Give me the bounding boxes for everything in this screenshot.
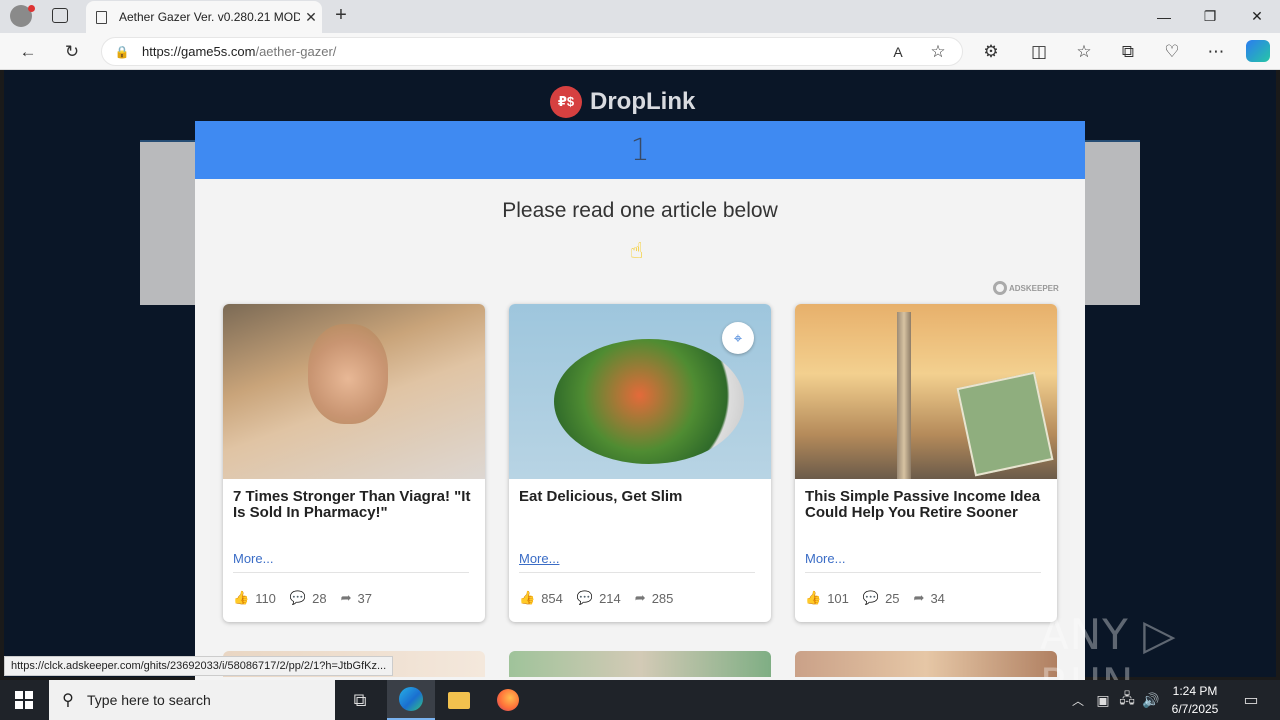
- lock-icon[interactable]: 🔒: [102, 45, 142, 59]
- article-card-5[interactable]: [509, 651, 771, 677]
- read-aloud-icon[interactable]: A: [880, 33, 916, 70]
- minimize-button[interactable]: —: [1141, 0, 1187, 33]
- likes-count: 854: [541, 590, 563, 606]
- volume-icon[interactable]: 🔊: [1140, 680, 1162, 720]
- comments-count: 28: [312, 590, 327, 606]
- divider: [233, 572, 469, 573]
- tab-title: Aether Gazer Ver. v0.280.21 MOD: [119, 10, 300, 24]
- url-path: /aether-gazer/: [255, 44, 337, 59]
- tray-chevron-icon[interactable]: ︿: [1066, 680, 1090, 720]
- tray-device-icon[interactable]: ▣: [1092, 680, 1114, 720]
- shares-count: 285: [651, 590, 674, 606]
- likes-count: 101: [827, 590, 849, 606]
- comment-icon: 💬: [576, 590, 594, 605]
- share-icon: ➦: [634, 590, 646, 605]
- close-window-button[interactable]: ✕: [1234, 0, 1280, 33]
- article-image-3[interactable]: [795, 304, 1057, 479]
- comments-count: 214: [599, 590, 621, 606]
- share-icon: ➦: [913, 590, 925, 605]
- article-image-1[interactable]: [223, 304, 485, 479]
- comment-icon: 💬: [289, 590, 307, 605]
- firefox-icon[interactable]: [484, 680, 532, 720]
- divider: [519, 572, 755, 573]
- modal-heading: Please read one article below: [502, 199, 778, 222]
- browser-tab-active[interactable]: Aether Gazer Ver. v0.280.21 MOD ✕: [86, 1, 322, 33]
- comments-count: 25: [885, 590, 900, 606]
- favorites-icon[interactable]: ☆: [1066, 33, 1102, 70]
- profile-notification-dot: [28, 5, 35, 12]
- collections-icon[interactable]: ⧉: [1110, 33, 1146, 70]
- countdown-bar: 1: [195, 121, 1085, 179]
- shares-count: 34: [930, 590, 945, 606]
- edge-taskbar-icon[interactable]: [387, 680, 435, 720]
- article-title-2[interactable]: Eat Delicious, Get Slim: [519, 489, 759, 505]
- droplink-logo: ₽$ DropLink: [550, 86, 695, 118]
- search-placeholder: Type here to search: [87, 692, 211, 708]
- url-domain: https://game5s.com: [142, 44, 256, 59]
- search-icon: ⚲: [62, 692, 74, 709]
- likes-count: 110: [255, 590, 276, 606]
- file-explorer-icon[interactable]: [435, 680, 483, 720]
- article-title-1[interactable]: 7 Times Stronger Than Viagra! "It Is Sol…: [233, 489, 473, 521]
- article-more-link-2[interactable]: More...: [519, 551, 559, 566]
- link-status-bar: https://clck.adskeeper.com/ghits/2369203…: [4, 656, 394, 676]
- countdown-number: 1: [630, 132, 650, 168]
- page-icon: [96, 10, 107, 24]
- restore-button[interactable]: ❐: [1187, 0, 1233, 33]
- taskbar-search-box[interactable]: ⚲ Type here to search: [49, 680, 335, 720]
- logo-badge: ₽$: [550, 86, 582, 118]
- article-title-3[interactable]: This Simple Passive Income Idea Could He…: [805, 489, 1045, 521]
- extensions-icon[interactable]: ⚙: [973, 33, 1009, 70]
- article-more-link-1[interactable]: More...: [233, 551, 273, 566]
- share-icon: ➦: [340, 590, 352, 605]
- shares-count: 37: [357, 590, 372, 606]
- refresh-button[interactable]: ↻: [54, 33, 90, 70]
- divider: [805, 572, 1041, 573]
- address-bar[interactable]: 🔒 https://game5s.com/aether-gazer/: [101, 37, 963, 66]
- article-card-6[interactable]: [795, 651, 1057, 677]
- system-clock[interactable]: 1:24 PM 6/7/2025: [1160, 682, 1230, 718]
- adskeeper-badge[interactable]: ADSKEEPER: [993, 279, 1065, 297]
- task-view-icon[interactable]: ⧉: [336, 680, 384, 720]
- article-card-1[interactable]: 7 Times Stronger Than Viagra! "It Is Sol…: [223, 304, 485, 622]
- article-more-link-3[interactable]: More...: [805, 551, 845, 566]
- split-screen-icon[interactable]: ◫: [1021, 33, 1057, 70]
- article-stats-1: 👍 110 💬 28 ➦ 37: [233, 590, 380, 606]
- logo-text: DropLink: [590, 88, 696, 115]
- clock-date: 6/7/2025: [1171, 702, 1219, 716]
- copilot-icon[interactable]: [1246, 40, 1270, 62]
- visual-search-icon[interactable]: ⌖: [722, 322, 754, 354]
- new-tab-button[interactable]: +: [330, 4, 352, 28]
- thumbs-up-icon: 👍: [233, 590, 250, 605]
- clock-time: 1:24 PM: [1172, 684, 1218, 698]
- tab-actions-icon[interactable]: [52, 8, 68, 23]
- article-stats-3: 👍 101 💬 25 ➦ 34: [805, 590, 953, 606]
- more-menu-icon[interactable]: ⋯: [1198, 33, 1234, 70]
- article-card-3[interactable]: This Simple Passive Income Idea Could He…: [795, 304, 1057, 622]
- browser-essentials-icon[interactable]: ♡: [1154, 33, 1190, 70]
- close-tab-icon[interactable]: ✕: [300, 9, 322, 26]
- adskeeper-label: ADSKEEPER: [1009, 283, 1059, 293]
- comment-icon: 💬: [862, 590, 880, 605]
- back-button[interactable]: ←: [10, 33, 46, 70]
- windows-icon: [15, 691, 33, 709]
- network-icon[interactable]: 🖧: [1116, 680, 1138, 720]
- notification-icon[interactable]: ▭: [1234, 680, 1268, 720]
- start-button[interactable]: [0, 680, 48, 720]
- article-stats-2: 👍 854 💬 214 ➦ 285: [519, 590, 681, 606]
- thumbs-up-icon: 👍: [519, 590, 536, 605]
- hand-cursor-icon: ☝: [630, 238, 644, 263]
- adskeeper-logo-icon: [993, 281, 1007, 295]
- thumbs-up-icon: 👍: [805, 590, 822, 605]
- favorite-star-icon[interactable]: ☆: [920, 33, 956, 70]
